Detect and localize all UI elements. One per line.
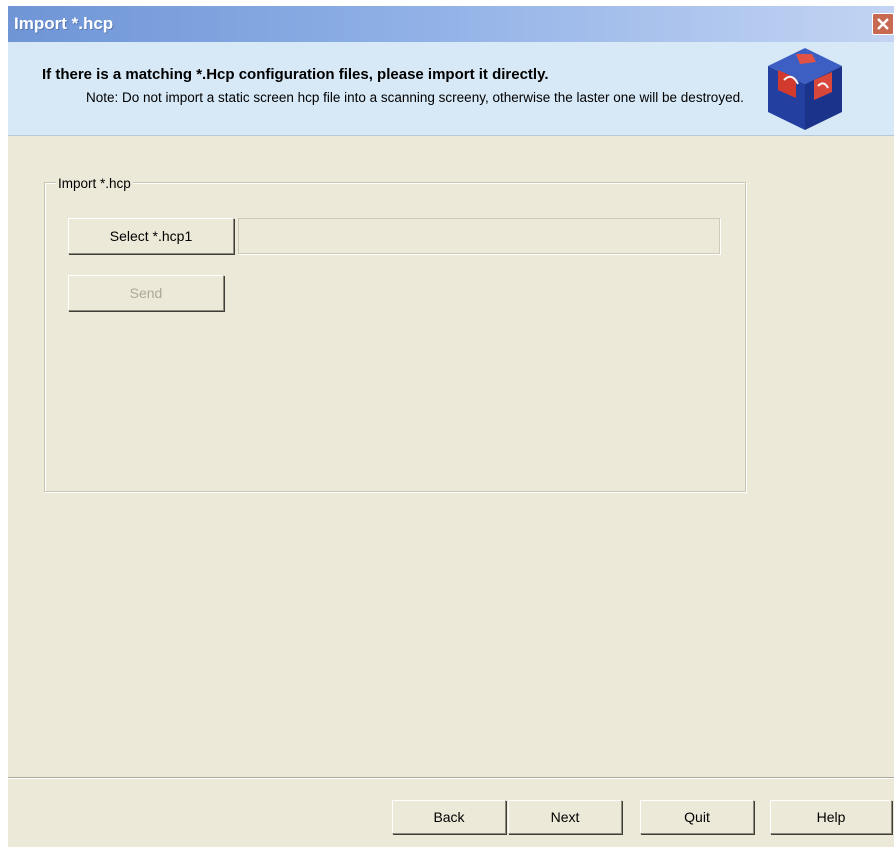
instruction-note: Note: Do not import a static screen hcp … <box>86 90 744 105</box>
import-dialog-window: Import *.hcp If there is a matching *.Hc… <box>8 6 894 847</box>
help-button[interactable]: Help <box>770 800 892 834</box>
send-button[interactable]: Send <box>68 275 224 311</box>
instruction-title: If there is a matching *.Hcp configurati… <box>42 66 549 83</box>
close-x-icon <box>877 18 889 30</box>
quit-button[interactable]: Quit <box>640 800 754 834</box>
window-title: Import *.hcp <box>14 14 114 33</box>
close-button[interactable] <box>872 13 894 35</box>
instruction-header: If there is a matching *.Hcp configurati… <box>8 42 894 136</box>
quit-button-label: Quit <box>684 809 710 825</box>
send-button-label: Send <box>129 285 163 301</box>
help-button-label: Help <box>816 809 846 825</box>
back-button-label: Back <box>433 809 465 825</box>
footer-divider <box>8 777 894 779</box>
blue-cube-logo-icon <box>768 48 842 130</box>
back-button[interactable]: Back <box>392 800 506 834</box>
select-hcp-button-label: Select *.hcp1 <box>109 228 193 244</box>
title-bar[interactable]: Import *.hcp <box>8 6 894 42</box>
select-hcp-button[interactable]: Select *.hcp1 <box>68 218 234 254</box>
groupbox-label: Import *.hcp <box>56 176 133 191</box>
hcp-path-field[interactable] <box>238 218 720 254</box>
next-button-label: Next <box>550 809 580 825</box>
next-button[interactable]: Next <box>508 800 622 834</box>
